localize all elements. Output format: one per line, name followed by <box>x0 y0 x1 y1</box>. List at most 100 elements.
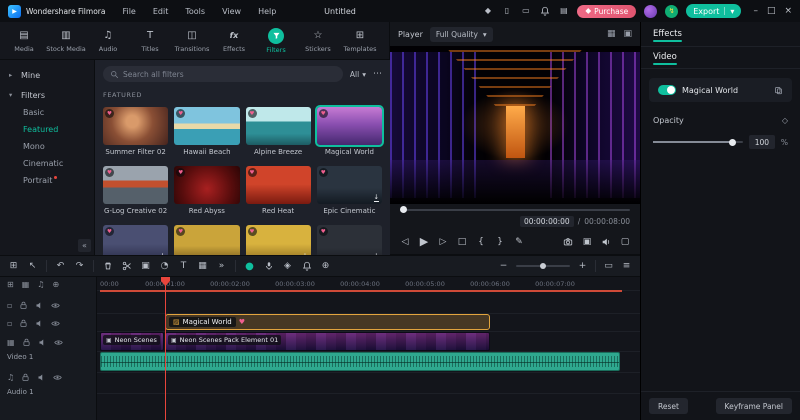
filter-thumbnail-partial[interactable]: ♥ ↓ <box>316 225 382 255</box>
filter-thumbnail-partial[interactable]: ♥ <box>174 225 240 255</box>
keyframe-panel-button[interactable]: Keyframe Panel <box>715 398 792 414</box>
zoom-out-button[interactable]: − <box>498 259 509 273</box>
copy-effect-icon[interactable] <box>774 86 783 95</box>
subtab-video[interactable]: Video <box>653 52 677 65</box>
timeline-playhead[interactable] <box>161 277 170 420</box>
export-chevron-icon[interactable]: ▾ <box>730 7 734 16</box>
sidebar-item-filters[interactable]: ▾ Filters <box>0 85 94 105</box>
lock-icon[interactable] <box>21 373 30 382</box>
audio-tracks-icon[interactable]: ♫ <box>37 280 44 289</box>
favorite-heart-icon[interactable]: ♥ <box>318 109 328 118</box>
quality-dropdown[interactable]: Full Quality ▾ <box>429 26 493 42</box>
device-icon[interactable]: ▯ <box>501 7 512 15</box>
video-tracks-icon[interactable]: ▦ <box>22 280 30 289</box>
mute-speaker-icon[interactable] <box>37 373 46 382</box>
credits-badge[interactable]: ↯ <box>665 4 679 18</box>
opacity-slider-knob[interactable] <box>728 138 736 146</box>
fullscreen-button[interactable]: ▢ <box>620 237 630 247</box>
screen-record-icon[interactable]: ▭ <box>520 7 531 15</box>
previous-frame-button[interactable]: ◁ <box>400 237 410 247</box>
play-button[interactable]: ▶ <box>419 235 429 248</box>
opacity-value-field[interactable]: 100 <box>748 135 775 149</box>
video-preview[interactable] <box>390 46 640 204</box>
playback-progress-knob[interactable] <box>400 206 407 213</box>
panels-button[interactable]: ▦ <box>197 259 208 273</box>
filter-thumbnail[interactable]: ♥ ↓ <box>316 166 382 204</box>
filter-thumbnail-partial[interactable]: ♥ ↓ <box>103 225 169 255</box>
sidebar-item-cinematic[interactable]: Cinematic <box>0 156 94 173</box>
tab-stickers[interactable]: ☆ Stickers <box>297 28 339 53</box>
crop-button[interactable]: ▣ <box>140 259 151 273</box>
sidebar-item-mine[interactable]: ▸ Mine <box>0 65 94 85</box>
tab-transitions[interactable]: ◫ Transitions <box>171 28 213 53</box>
tab-audio[interactable]: ♫ Audio <box>87 28 129 53</box>
filter-thumbnail[interactable]: ♥ <box>174 107 240 145</box>
favorite-heart-icon[interactable]: ♥ <box>318 227 328 236</box>
timeline-zoom-knob[interactable] <box>540 263 547 269</box>
layout-icon[interactable]: ▤ <box>558 7 569 15</box>
menu-help[interactable]: Help <box>252 7 282 16</box>
timeline-clip-neon-scenes[interactable]: ▣ Neon Scenes <box>100 332 164 351</box>
render-bell-button[interactable] <box>301 259 312 273</box>
volume-button[interactable] <box>601 237 611 247</box>
timeline-tracks-area[interactable]: ▨ Magical World ♥ ▣ Neon Scenes ▣ Neon S… <box>97 293 640 420</box>
mark-in-button[interactable]: { <box>476 237 486 247</box>
marker-button[interactable]: ◈ <box>282 259 293 273</box>
undo-button[interactable]: ↶ <box>55 259 66 273</box>
filter-thumbnail-partial[interactable]: ♥ ↓ <box>245 225 311 255</box>
sidebar-item-mono[interactable]: Mono <box>0 139 94 156</box>
mask-preview-icon[interactable]: ▣ <box>623 29 632 39</box>
add-button[interactable]: ⊕ <box>320 259 331 273</box>
filter-thumbnail[interactable]: ♥ <box>245 107 311 145</box>
delete-button[interactable] <box>102 259 113 273</box>
keyframe-diamond-icon[interactable]: ◇ <box>782 116 788 125</box>
purchase-button[interactable]: ◆ Purchase <box>577 4 637 18</box>
mute-speaker-icon[interactable] <box>38 338 47 347</box>
user-avatar[interactable] <box>644 4 658 18</box>
filter-thumbnail[interactable]: ♥ <box>103 107 169 145</box>
timeline-menu-button[interactable]: ≡ <box>621 259 632 273</box>
split-scissors-button[interactable] <box>121 259 132 273</box>
effect-toggle[interactable] <box>658 85 676 95</box>
manage-tracks-icon[interactable]: ⊞ <box>7 280 14 289</box>
tab-titles[interactable]: T Titles <box>129 28 171 53</box>
redo-button[interactable]: ↷ <box>74 259 85 273</box>
more-tools-button[interactable]: » <box>216 259 227 273</box>
stop-button[interactable]: □ <box>457 237 467 247</box>
timeline-clip-audio[interactable] <box>100 352 620 371</box>
mark-out-button[interactable]: } <box>495 237 505 247</box>
playback-progress-bar[interactable] <box>400 206 630 213</box>
text-tool-button[interactable]: T <box>178 259 189 273</box>
tab-filters[interactable]: Filters <box>255 27 297 54</box>
search-box[interactable] <box>103 66 343 82</box>
opacity-slider[interactable] <box>653 138 743 146</box>
lock-icon[interactable] <box>19 301 28 310</box>
favorite-heart-icon[interactable]: ♥ <box>247 227 257 236</box>
voiceover-mic-button[interactable] <box>263 259 274 273</box>
favorite-heart-icon[interactable]: ♥ <box>176 109 186 118</box>
filter-thumbnail[interactable]: ♥ <box>174 166 240 204</box>
eye-icon[interactable] <box>53 373 62 382</box>
sidebar-item-portrait[interactable]: Portrait <box>0 173 94 190</box>
menu-tools[interactable]: Tools <box>179 7 211 16</box>
crop-preview-button[interactable]: ▣ <box>582 237 592 247</box>
timeline-zoom-slider[interactable] <box>516 263 570 269</box>
tab-effects-properties[interactable]: Effects <box>653 29 682 42</box>
annotate-pen-button[interactable]: ✎ <box>514 237 524 247</box>
tab-effects[interactable]: fx Effects <box>213 28 255 53</box>
fit-timeline-button[interactable]: ▭ <box>603 259 614 273</box>
next-frame-button[interactable]: ▷ <box>438 237 448 247</box>
minimize-button[interactable]: – <box>753 6 758 16</box>
favorite-heart-icon[interactable]: ♥ <box>318 168 328 177</box>
notification-bell-icon[interactable] <box>539 6 550 16</box>
timeline-clip-neon-scenes-pack[interactable]: ▣ Neon Scenes Pack Element 01 <box>165 332 490 351</box>
lock-icon[interactable] <box>22 338 31 347</box>
favorite-heart-icon[interactable]: ♥ <box>247 109 257 118</box>
filter-all-dropdown[interactable]: All ▾ <box>350 70 366 79</box>
zoom-in-button[interactable]: + <box>577 259 588 273</box>
export-button[interactable]: Export ▾ <box>686 4 742 18</box>
filter-thumbnail[interactable]: ♥ <box>245 166 311 204</box>
tab-media[interactable]: ▤ Media <box>3 28 45 53</box>
menu-view[interactable]: View <box>216 7 247 16</box>
eye-icon[interactable] <box>53 338 63 347</box>
